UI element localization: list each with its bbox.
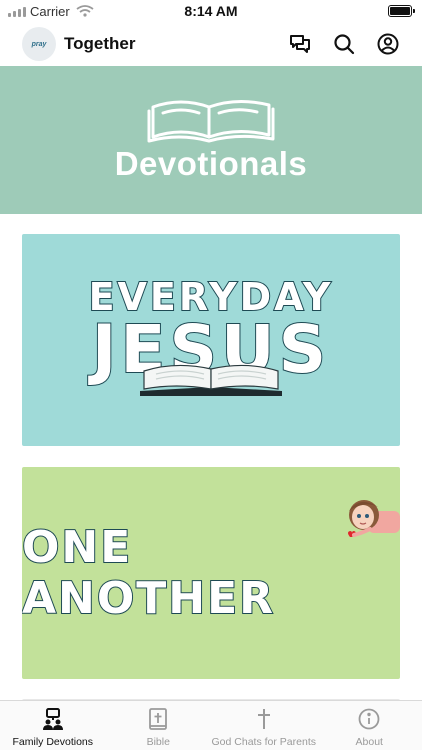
app-header: pray Together xyxy=(0,22,422,66)
book-illustration-icon xyxy=(140,364,282,396)
tab-family-devotions[interactable]: Family Devotions xyxy=(0,701,106,750)
tab-label: Bible xyxy=(146,736,170,748)
one-another-card[interactable]: ONE ANOTHER xyxy=(22,467,400,679)
everyday-jesus-card[interactable]: EVERYDAY JESUS xyxy=(22,234,400,446)
chat-button[interactable] xyxy=(288,32,312,56)
status-bar: Carrier 8:14 AM xyxy=(0,0,422,22)
bible-icon xyxy=(147,708,169,730)
devotionals-hero: Devotionals xyxy=(0,66,422,214)
tab-label: Family Devotions xyxy=(12,736,94,748)
girl-illustration-icon xyxy=(348,500,400,537)
tab-god-chats[interactable]: God Chats for Parents xyxy=(211,701,317,750)
info-icon xyxy=(358,708,380,730)
app-logo[interactable]: pray xyxy=(22,27,56,61)
chat-icon xyxy=(290,35,310,53)
search-icon xyxy=(334,34,355,55)
wifi-icon xyxy=(76,5,94,17)
hero-title: Devotionals xyxy=(114,145,308,182)
account-button[interactable] xyxy=(376,32,400,56)
family-icon xyxy=(42,708,64,730)
logo-text: pray xyxy=(31,40,47,48)
account-icon xyxy=(377,33,399,55)
content-scroll[interactable]: Devotionals EVERYDAY JESUS ONE ANOTHER xyxy=(0,66,422,700)
header-actions xyxy=(288,32,400,56)
tab-label: About xyxy=(355,736,383,748)
tab-label: God Chats for Parents xyxy=(211,736,316,748)
app-title: Together xyxy=(64,34,136,53)
search-button[interactable] xyxy=(332,32,356,56)
open-book-icon xyxy=(147,100,275,143)
tab-bible[interactable]: Bible xyxy=(106,701,212,750)
cross-icon xyxy=(253,708,275,730)
battery-icon xyxy=(388,5,415,17)
tab-about[interactable]: About xyxy=(317,701,422,750)
carrier-label: Carrier xyxy=(30,3,70,19)
signal-icon xyxy=(8,6,26,17)
tab-bar: Family Devotions Bible God Chats for Par… xyxy=(0,700,422,750)
